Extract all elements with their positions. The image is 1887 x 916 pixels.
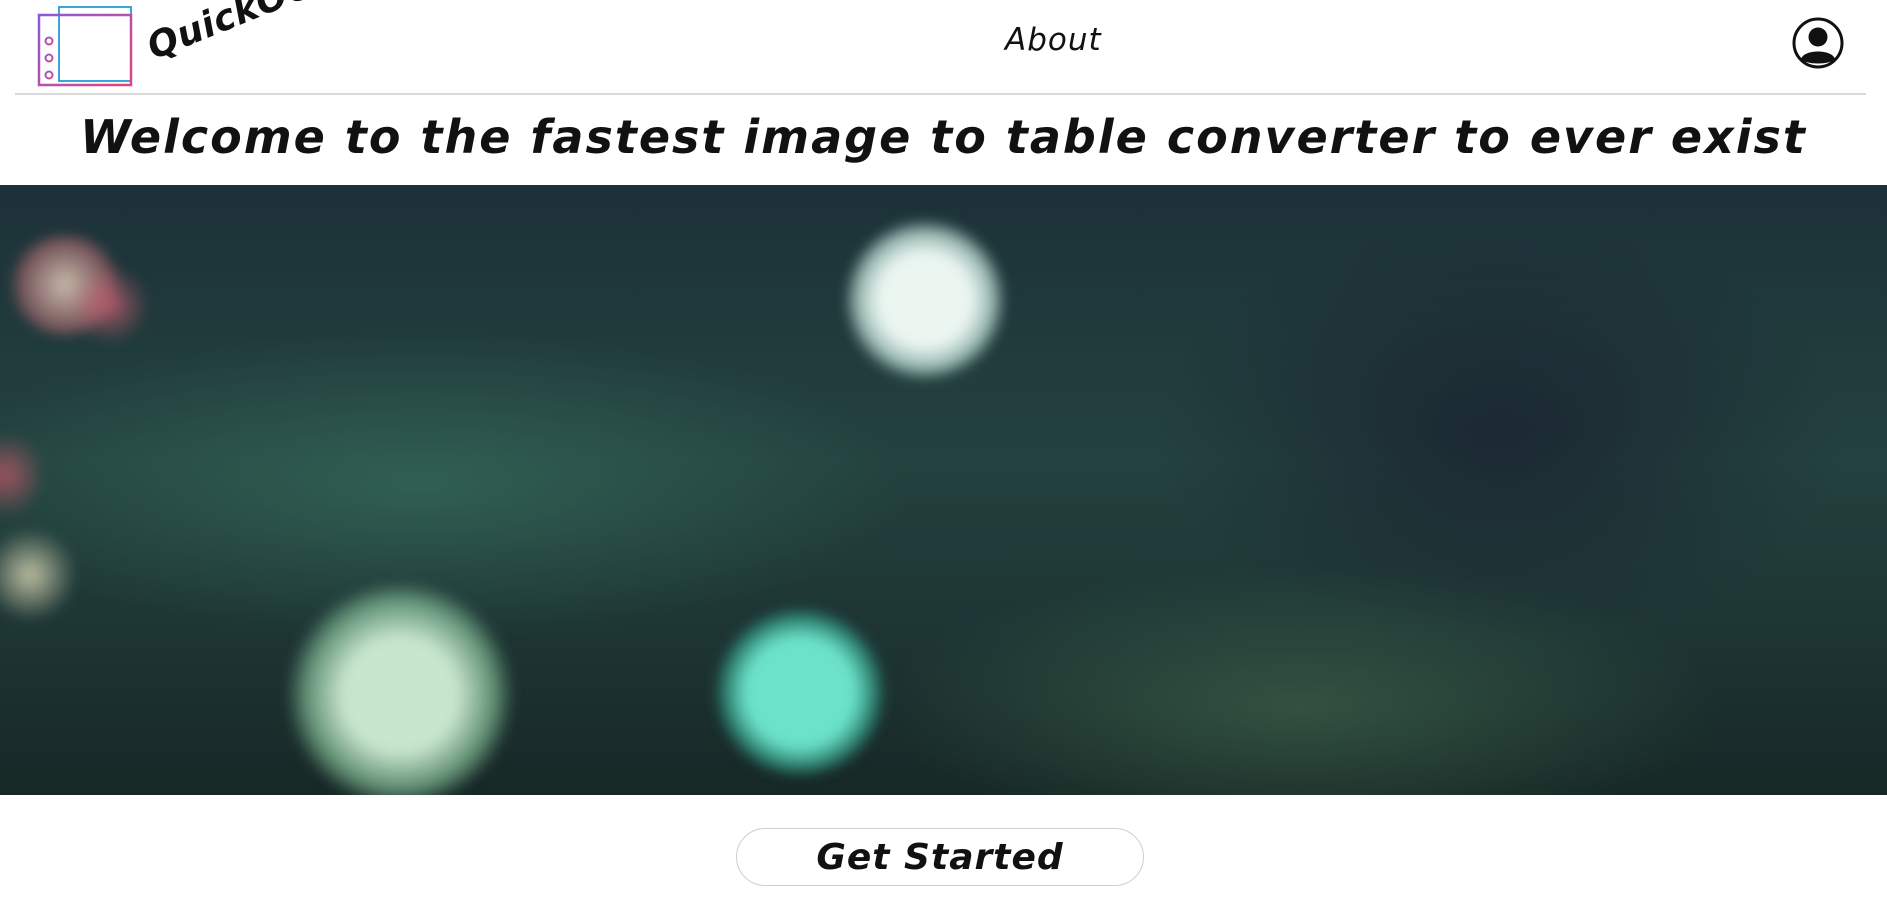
bokeh-light bbox=[70, 265, 150, 345]
user-profile-icon[interactable] bbox=[1792, 17, 1844, 69]
nav-about-link[interactable]: About bbox=[1005, 22, 1102, 58]
bokeh-light bbox=[0, 525, 75, 625]
bokeh-light bbox=[715, 610, 885, 775]
hero-image bbox=[0, 185, 1887, 795]
get-started-button[interactable]: Get Started bbox=[736, 828, 1144, 886]
logo[interactable]: QuickOCR bbox=[37, 0, 345, 87]
logo-text: QuickOCR bbox=[141, 0, 345, 68]
table-icon bbox=[37, 6, 133, 87]
bokeh-light bbox=[845, 220, 1005, 380]
bokeh-light bbox=[285, 585, 515, 795]
navbar: QuickOCR About bbox=[15, 0, 1866, 95]
bokeh-light bbox=[0, 425, 40, 525]
page-headline: Welcome to the fastest image to table co… bbox=[80, 110, 1807, 164]
